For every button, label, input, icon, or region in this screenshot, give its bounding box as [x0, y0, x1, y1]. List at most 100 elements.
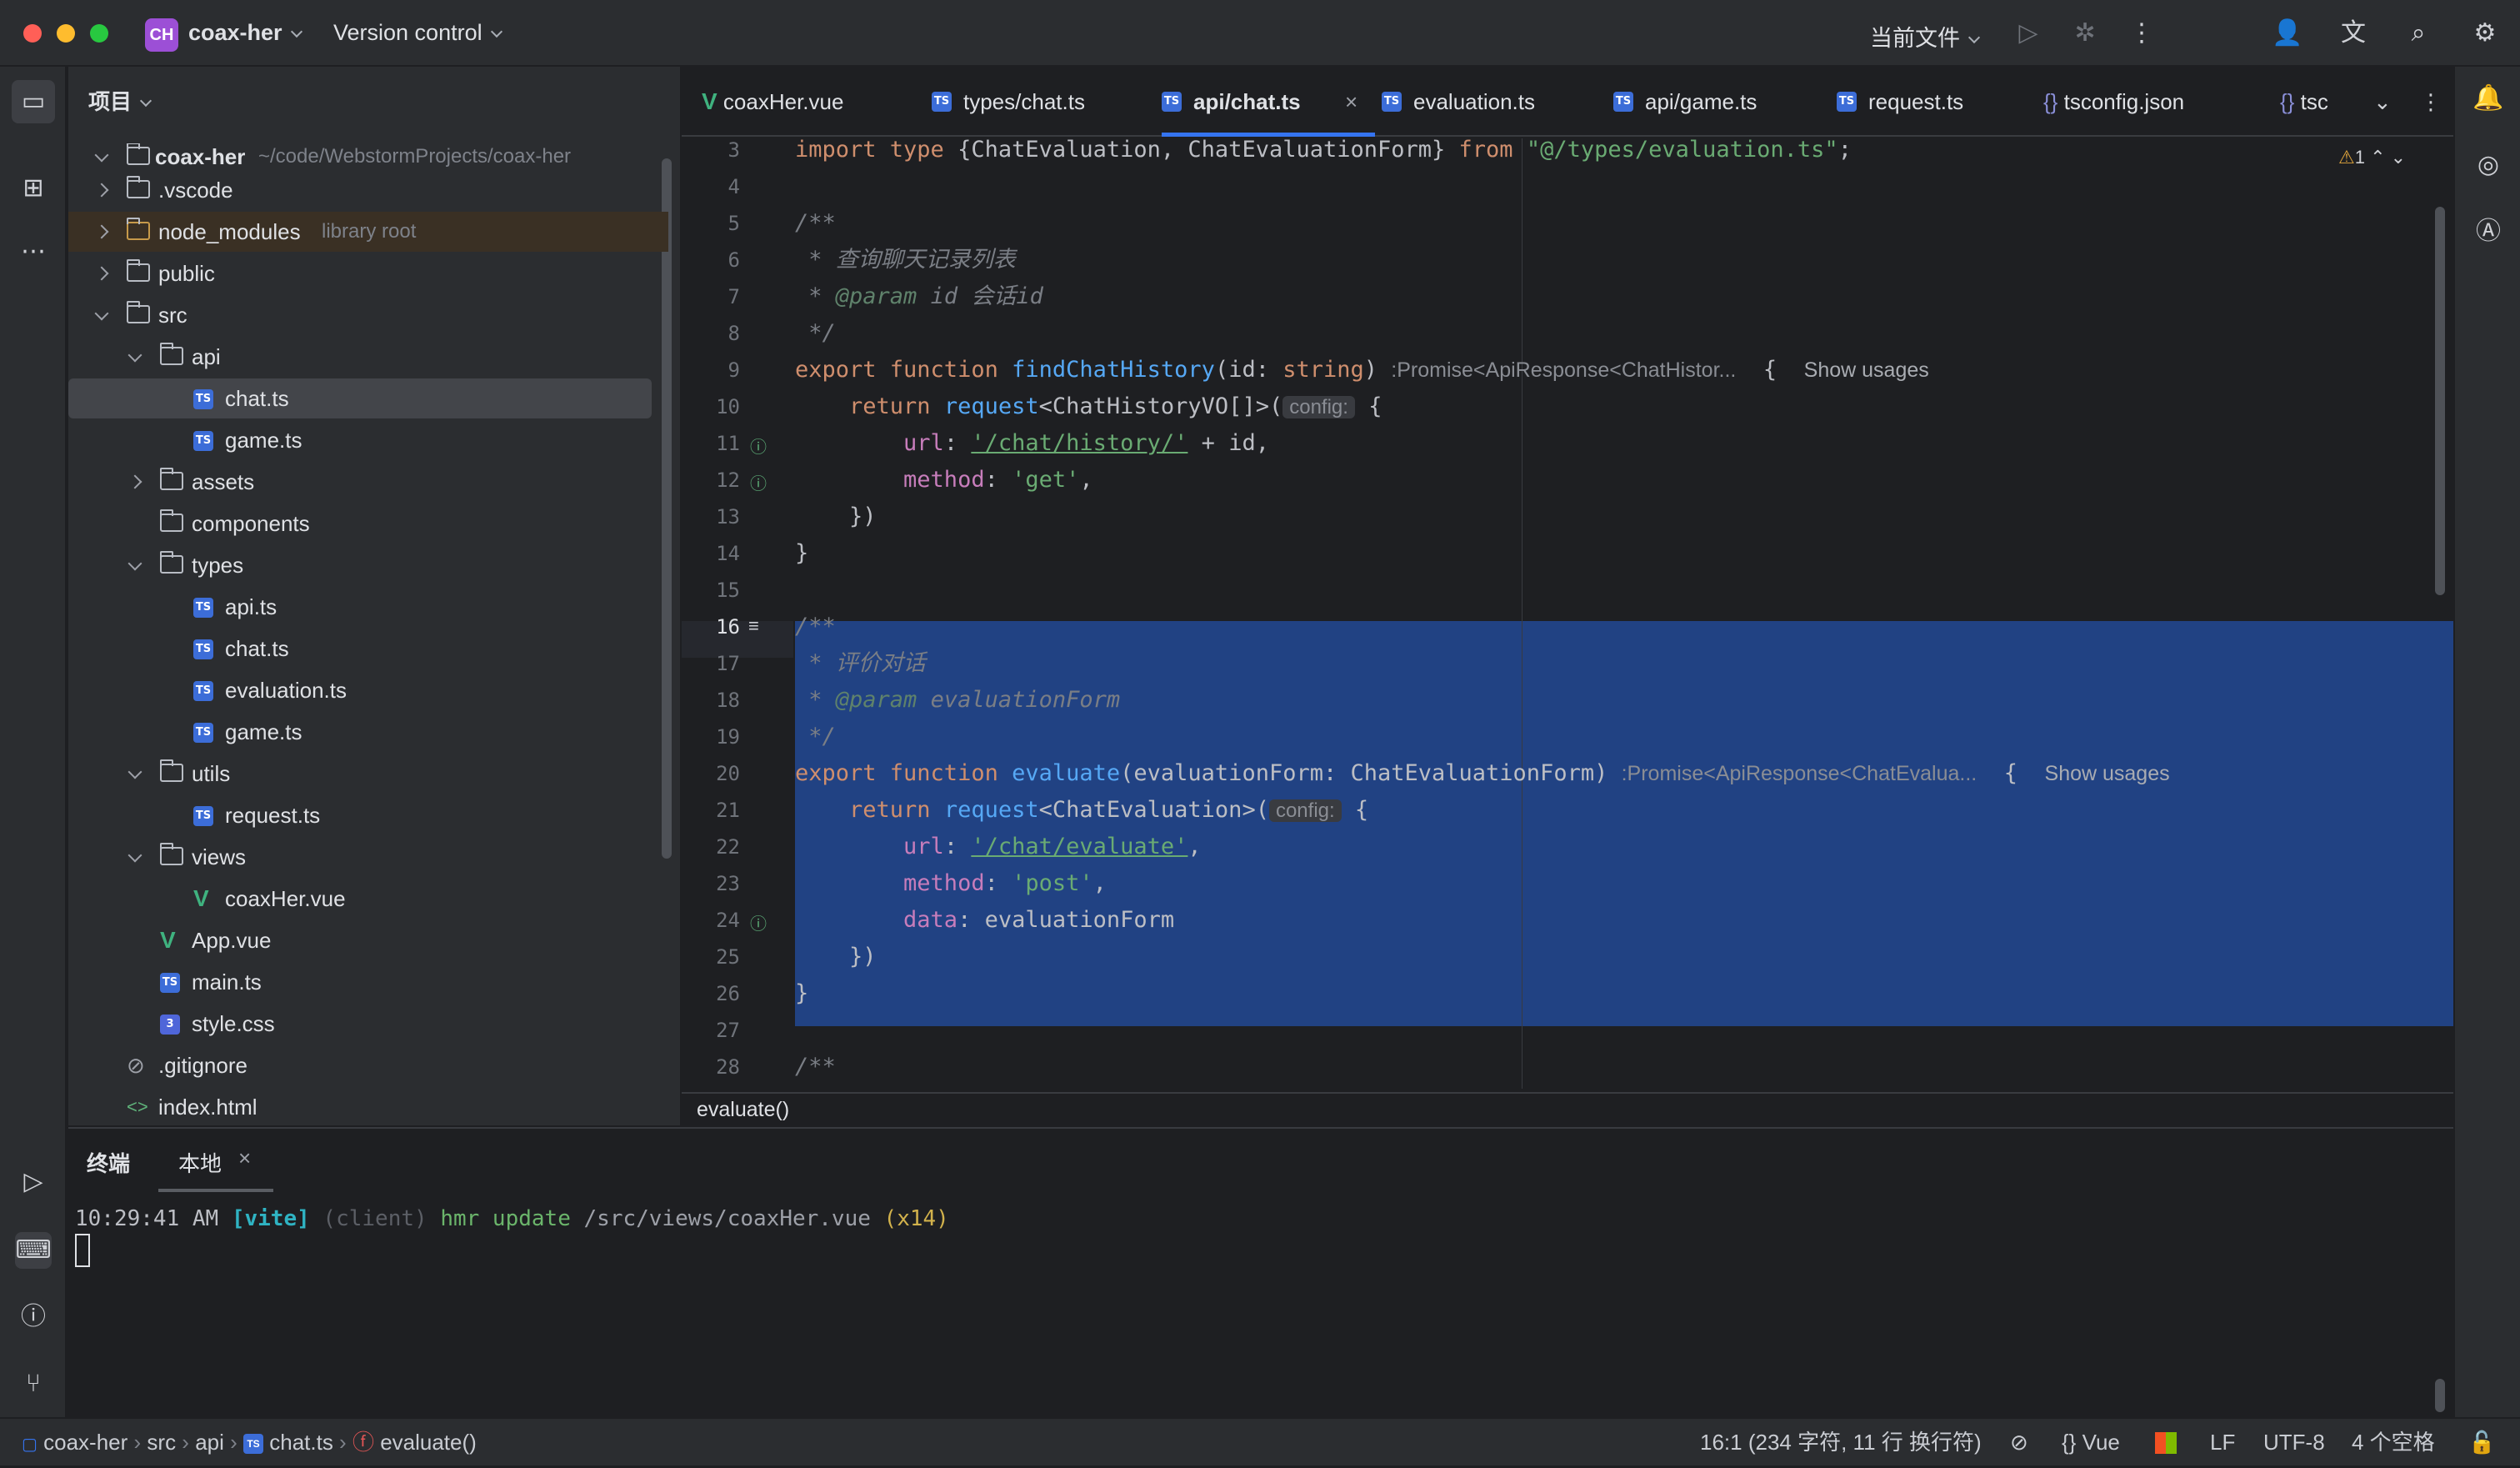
line-number[interactable]: 25	[688, 939, 740, 975]
line-number[interactable]: 21	[688, 792, 740, 829]
tab-api-game[interactable]: TS api/game.ts	[1613, 67, 1757, 137]
line-number[interactable]: 18	[688, 682, 740, 719]
code-line[interactable]: }	[795, 535, 808, 572]
implemented-gutter-icon[interactable]: ⓘ	[750, 910, 767, 934]
line-number[interactable]: 9	[688, 352, 740, 388]
line-number[interactable]: 12	[688, 462, 740, 499]
show-usages-link[interactable]: Show usages	[2045, 762, 2170, 785]
no-inspect-icon[interactable]: ⊘	[2010, 1419, 2028, 1465]
tree-item-game-ts[interactable]: TS game.ts	[68, 420, 668, 460]
tab-tsc[interactable]: {} tsc	[2280, 67, 2355, 137]
search-icon[interactable]: ⌕	[2403, 18, 2433, 48]
close-window-button[interactable]	[23, 24, 42, 43]
code-line[interactable]: * 评价对话	[795, 645, 926, 682]
tree-item-types[interactable]: types	[68, 545, 668, 585]
ai-assistant-icon[interactable]: ◎	[2470, 147, 2507, 183]
tree-item-node-modules[interactable]: node_modules library root	[68, 212, 668, 252]
line-number[interactable]: 11	[688, 425, 740, 462]
tree-item-api[interactable]: api	[68, 337, 668, 377]
more-tools-icon[interactable]: ⋯	[15, 233, 52, 270]
tree-item--gitignore[interactable]: ⊘ .gitignore	[68, 1045, 668, 1085]
tree-item-request-ts[interactable]: TS request.ts	[68, 795, 668, 835]
code-line[interactable]: */	[795, 315, 836, 352]
code-line[interactable]: import type {ChatEvaluation, ChatEvaluat…	[795, 138, 1852, 168]
line-number[interactable]: 7	[688, 278, 740, 315]
line-number[interactable]: 20	[688, 755, 740, 792]
tree-item-src[interactable]: src	[68, 295, 668, 335]
tab-api-chat[interactable]: TS api/chat.ts ×	[1162, 67, 1375, 137]
code-line[interactable]: url: '/chat/history/' + id,	[795, 425, 1269, 462]
implemented-gutter-icon[interactable]: ⓘ	[750, 433, 767, 458]
line-number[interactable]: 13	[688, 499, 740, 535]
tabs-dropdown-icon[interactable]: ⌄	[2373, 67, 2392, 137]
word-tool-icon[interactable]: Ⓐ	[2470, 213, 2507, 250]
code-line[interactable]: */	[795, 719, 836, 755]
code-line[interactable]: /**	[795, 609, 836, 645]
line-number[interactable]: 27	[688, 1012, 740, 1049]
close-session-icon[interactable]: ×	[238, 1145, 251, 1171]
tab-coaxher-vue[interactable]: V coaxHer.vue	[702, 67, 843, 137]
code-line[interactable]: * @param evaluationForm	[795, 682, 1120, 719]
code-line[interactable]: /**	[795, 1049, 836, 1085]
line-number[interactable]: 14	[688, 535, 740, 572]
line-number[interactable]: 16	[688, 609, 740, 645]
tree-item-views[interactable]: views	[68, 837, 668, 877]
code-line[interactable]: * @param id 会话id	[795, 278, 1043, 315]
line-number[interactable]: 23	[688, 865, 740, 902]
tab-tsconfig[interactable]: {} tsconfig.json	[2043, 67, 2184, 137]
tab-evaluation[interactable]: TS evaluation.ts	[1382, 67, 1535, 137]
code-line[interactable]: * 查询聊天记录列表	[795, 242, 1016, 278]
project-selector[interactable]: coax-her	[188, 20, 302, 46]
code-line[interactable]: method: 'post',	[795, 865, 1107, 902]
structure-icon[interactable]: ⊞	[15, 170, 52, 207]
code-line[interactable]: })	[795, 939, 877, 975]
code-line[interactable]: }	[795, 975, 808, 1012]
editor-breadcrumb[interactable]: evaluate()	[682, 1092, 2453, 1125]
settings-icon[interactable]: ⚙	[2470, 18, 2500, 48]
project-folder-icon[interactable]: ▭	[12, 80, 55, 123]
tabs-more-icon[interactable]: ⋮	[2420, 67, 2442, 137]
line-number[interactable]: 5	[688, 205, 740, 242]
breadcrumb-function[interactable]: evaluate()	[697, 1098, 789, 1121]
show-usages-link[interactable]: Show usages	[1804, 358, 1929, 382]
line-number[interactable]: 26	[688, 975, 740, 1012]
tree-item-chat-ts[interactable]: TS chat.ts	[68, 378, 652, 418]
line-number[interactable]: 28	[688, 1049, 740, 1085]
tree-item-assets[interactable]: assets	[68, 462, 668, 502]
minimize-window-button[interactable]	[57, 24, 75, 43]
code-line[interactable]: return request<ChatEvaluation>(config: {	[795, 792, 1368, 829]
problems-icon[interactable]: ⓘ	[15, 1299, 52, 1335]
code-line[interactable]: method: 'get',	[795, 462, 1093, 499]
tree-item-evaluation-ts[interactable]: TS evaluation.ts	[68, 670, 668, 710]
line-number[interactable]: 3	[688, 138, 740, 168]
plugin-icon[interactable]	[2155, 1432, 2177, 1454]
caret-position[interactable]: 16:1 (234 字符, 11 行 换行符)	[1700, 1419, 1982, 1465]
debug-icon[interactable]: ✲	[2070, 18, 2100, 48]
translate-icon[interactable]: 文	[2338, 18, 2368, 48]
terminal-session-tab[interactable]: 本地	[178, 1147, 222, 1178]
tree-item-api-ts[interactable]: TS api.ts	[68, 587, 668, 627]
line-number[interactable]: 4	[688, 168, 740, 205]
editor-scrollbar[interactable]	[2435, 207, 2445, 595]
tree-item-utils[interactable]: utils	[68, 754, 668, 794]
notifications-icon[interactable]: 🔔	[2470, 80, 2507, 117]
tree-item-chat-ts[interactable]: TS chat.ts	[68, 629, 668, 669]
project-badge[interactable]: CH	[145, 18, 178, 52]
crumb-file[interactable]: chat.ts	[269, 1430, 333, 1455]
run-config-selector[interactable]: 当前文件	[1870, 20, 1981, 53]
code-line[interactable]: data: evaluationForm	[795, 902, 1174, 939]
lock-icon[interactable]: 🔓	[2468, 1419, 2495, 1465]
crumb-api[interactable]: api	[195, 1430, 224, 1455]
line-number[interactable]: 24	[688, 902, 740, 939]
line-separator[interactable]: LF	[2210, 1419, 2235, 1465]
tree-item-app-vue[interactable]: V App.vue	[68, 920, 668, 960]
tree-item-public[interactable]: public	[68, 253, 668, 293]
crumb-project[interactable]: coax-her	[43, 1430, 128, 1455]
line-number[interactable]: 17	[688, 645, 740, 682]
tree-item-main-ts[interactable]: TS main.ts	[68, 962, 668, 1002]
line-number[interactable]: 10	[688, 388, 740, 425]
code-line[interactable]: export function evaluate(evaluationForm:…	[795, 755, 2170, 792]
vcs-menu[interactable]: Version control	[333, 20, 502, 46]
code-line[interactable]: return request<ChatHistoryVO[]>(config: …	[795, 388, 1382, 426]
code-line[interactable]: url: '/chat/evaluate',	[795, 829, 1202, 865]
